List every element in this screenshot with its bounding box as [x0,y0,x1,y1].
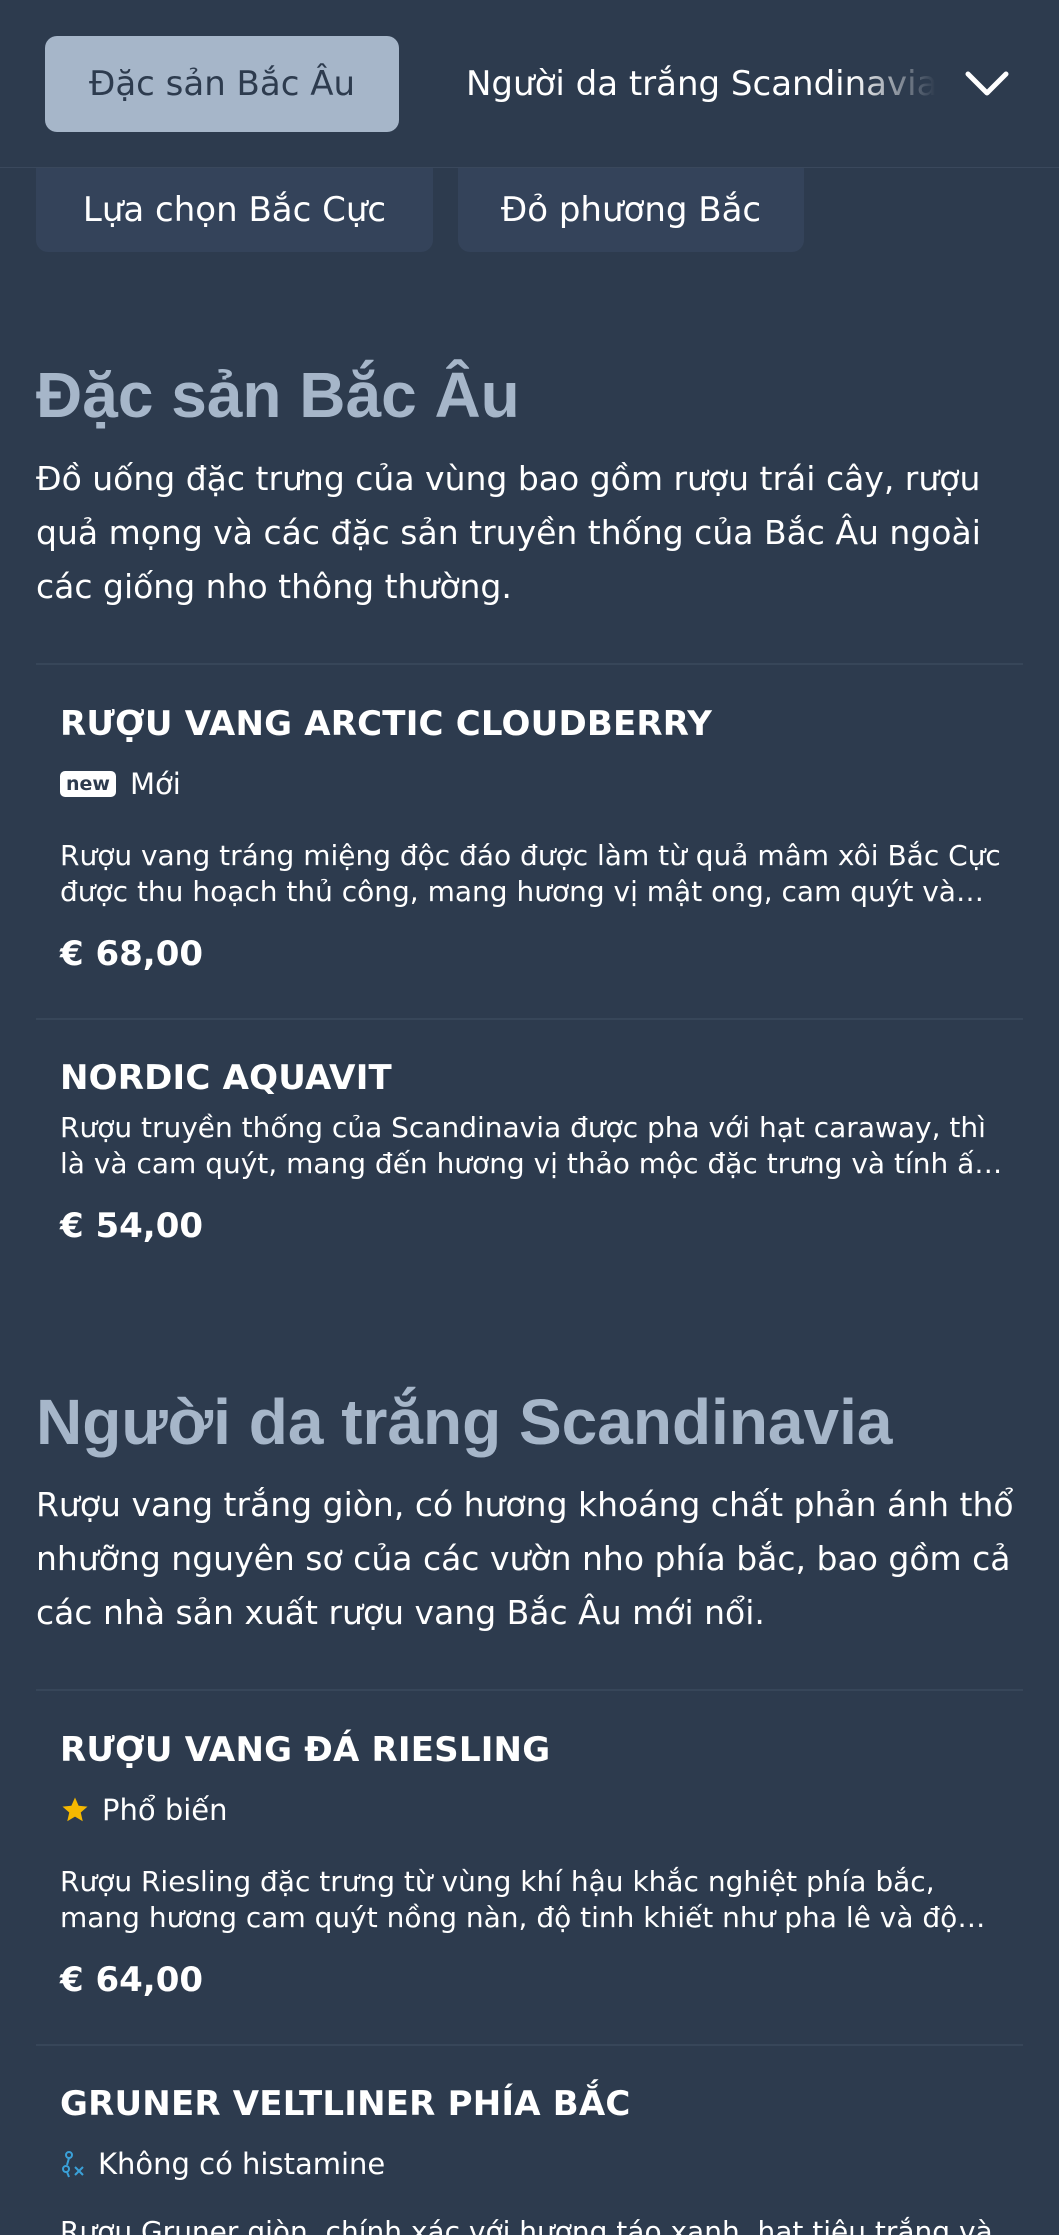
divider [36,663,1023,665]
tab-scandinavian-whites[interactable]: Người da trắng Scandinavia [466,36,936,132]
section-title: Đặc sản Bắc Âu [36,359,520,431]
item-tag: Phổ biến [60,1792,228,1828]
item-price: € 54,00 [60,1206,204,1246]
histamine-free-icon [60,2149,86,2179]
tag-label: Phổ biến [102,1793,228,1827]
divider [36,1689,1023,1691]
section-description: Đồ uống đặc trưng của vùng bao gồm rượu … [36,459,981,606]
item-description: Rượu truyền thống của Scandinavia được p… [60,1111,1002,1180]
item-name: NORDIC AQUAVIT [60,1058,392,1098]
category-nav: Đặc sản Bắc Âu Người da trắng Scandinavi… [0,0,1059,168]
item-name: GRUNER VELTLINER PHÍA BẮC [60,2084,631,2124]
item-tag: new Mới [60,766,181,802]
section-title: Người da trắng Scandinavia [36,1386,893,1458]
divider [36,2044,1023,2046]
star-icon [60,1795,90,1825]
tag-label: Mới [129,767,181,801]
section-description: Rượu vang trắng giòn, có hương khoáng ch… [36,1485,1014,1632]
divider [36,1018,1023,1020]
tab-arctic-selection[interactable]: Lựa chọn Bắc Cực [36,168,433,252]
item-tag: Không có histamine [60,2146,385,2182]
new-badge: new [60,771,116,797]
item-name: RƯỢU VANG ARCTIC CLOUDBERRY [60,704,713,744]
tab-nordic-reds[interactable]: Đỏ phương Bắc [458,168,804,252]
chevron-down-icon[interactable] [962,62,1012,106]
tag-label: Không có histamine [98,2147,386,2181]
item-description: Rượu Gruner giòn, chính xác với hương tá… [60,2215,993,2235]
item-description: Rượu vang tráng miệng độc đáo được làm t… [60,839,1001,908]
tab-nordic-specialties[interactable]: Đặc sản Bắc Âu [45,36,399,132]
item-description: Rượu Riesling đặc trưng từ vùng khí hậu … [60,1865,958,1934]
item-name: RƯỢU VANG ĐÁ RIESLING [60,1730,551,1770]
item-price: € 68,00 [60,934,204,974]
item-price: € 64,00 [60,1960,204,2000]
